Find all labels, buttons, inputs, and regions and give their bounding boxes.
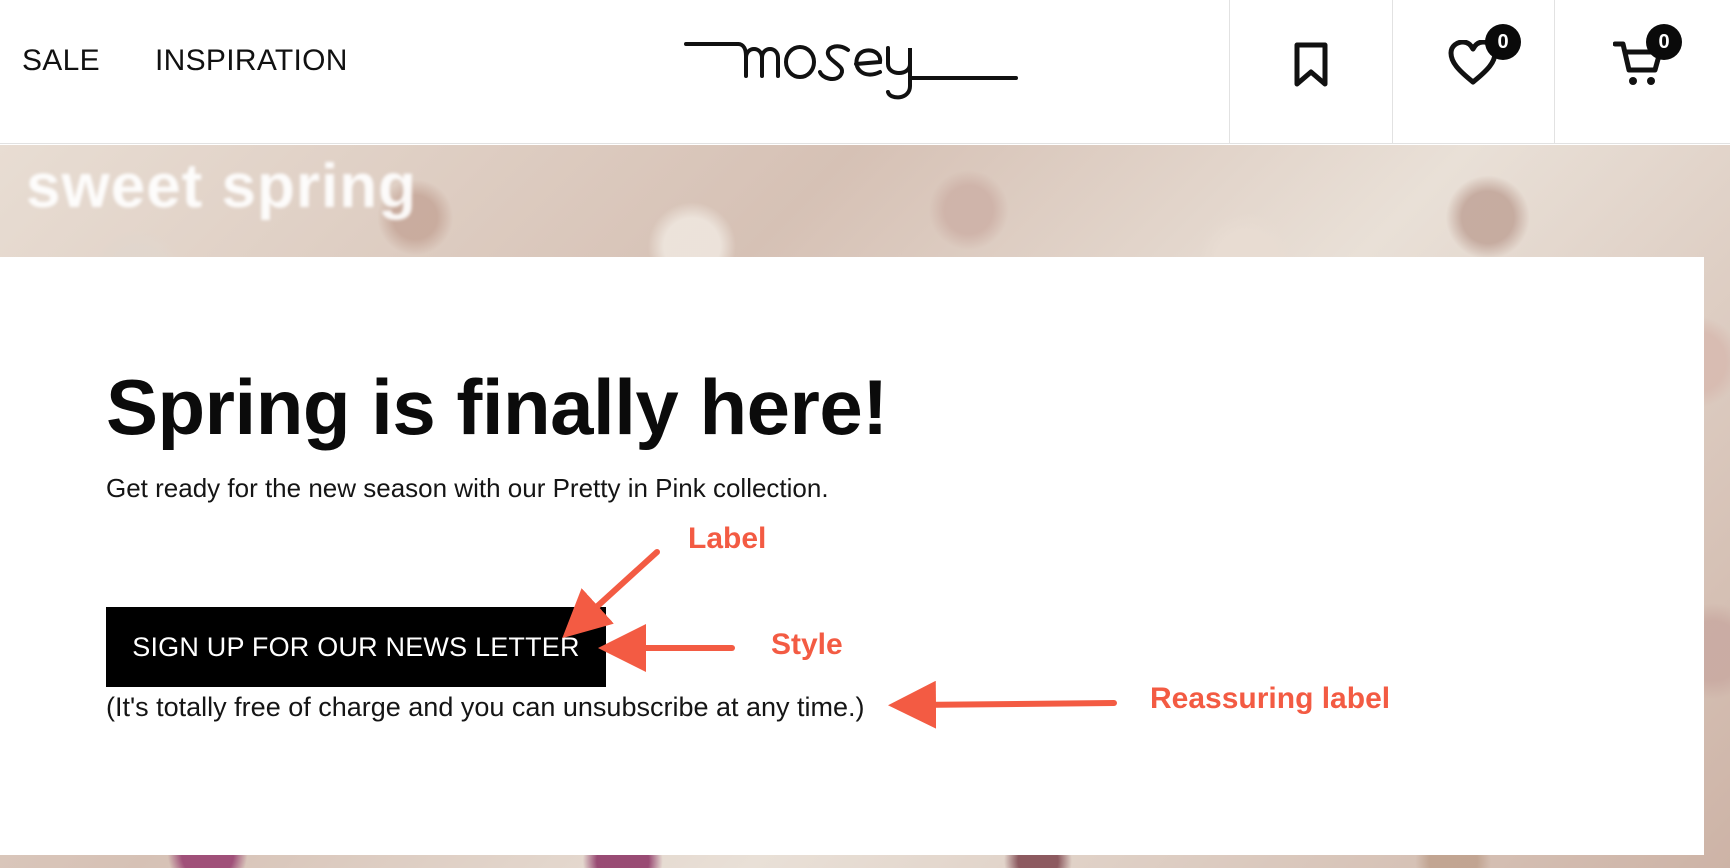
bookmark-icon <box>1294 42 1328 87</box>
mosey-logo[interactable]: mosey <box>680 26 1020 106</box>
hero-background-text: sweet spring <box>26 152 417 221</box>
reassurance-text: (It's totally free of charge and you can… <box>106 692 865 722</box>
annotation-style: Style <box>771 628 843 661</box>
cart-count-badge: 0 <box>1646 24 1682 60</box>
bookmark-button[interactable] <box>1229 0 1392 144</box>
promo-title: Spring is finally here! <box>106 363 888 451</box>
site-header: SALE INSPIRATION mosey 0 0 <box>0 0 1730 144</box>
newsletter-signup-button[interactable]: SIGN UP FOR OUR NEWS LETTER <box>106 607 606 687</box>
annotation-reassuring-label: Reassuring label <box>1150 682 1391 715</box>
wishlist-button[interactable]: 0 <box>1392 0 1555 144</box>
wishlist-count-badge: 0 <box>1485 24 1521 60</box>
nav-inspiration-link[interactable]: INSPIRATION <box>155 44 348 78</box>
promo-card: Spring is finally here! Get ready for th… <box>0 257 1704 855</box>
nav-sale-link[interactable]: SALE <box>22 44 100 78</box>
annotation-label: Label <box>688 522 767 555</box>
cart-button[interactable]: 0 <box>1554 0 1717 144</box>
promo-subtitle: Get ready for the new season with our Pr… <box>106 473 829 503</box>
